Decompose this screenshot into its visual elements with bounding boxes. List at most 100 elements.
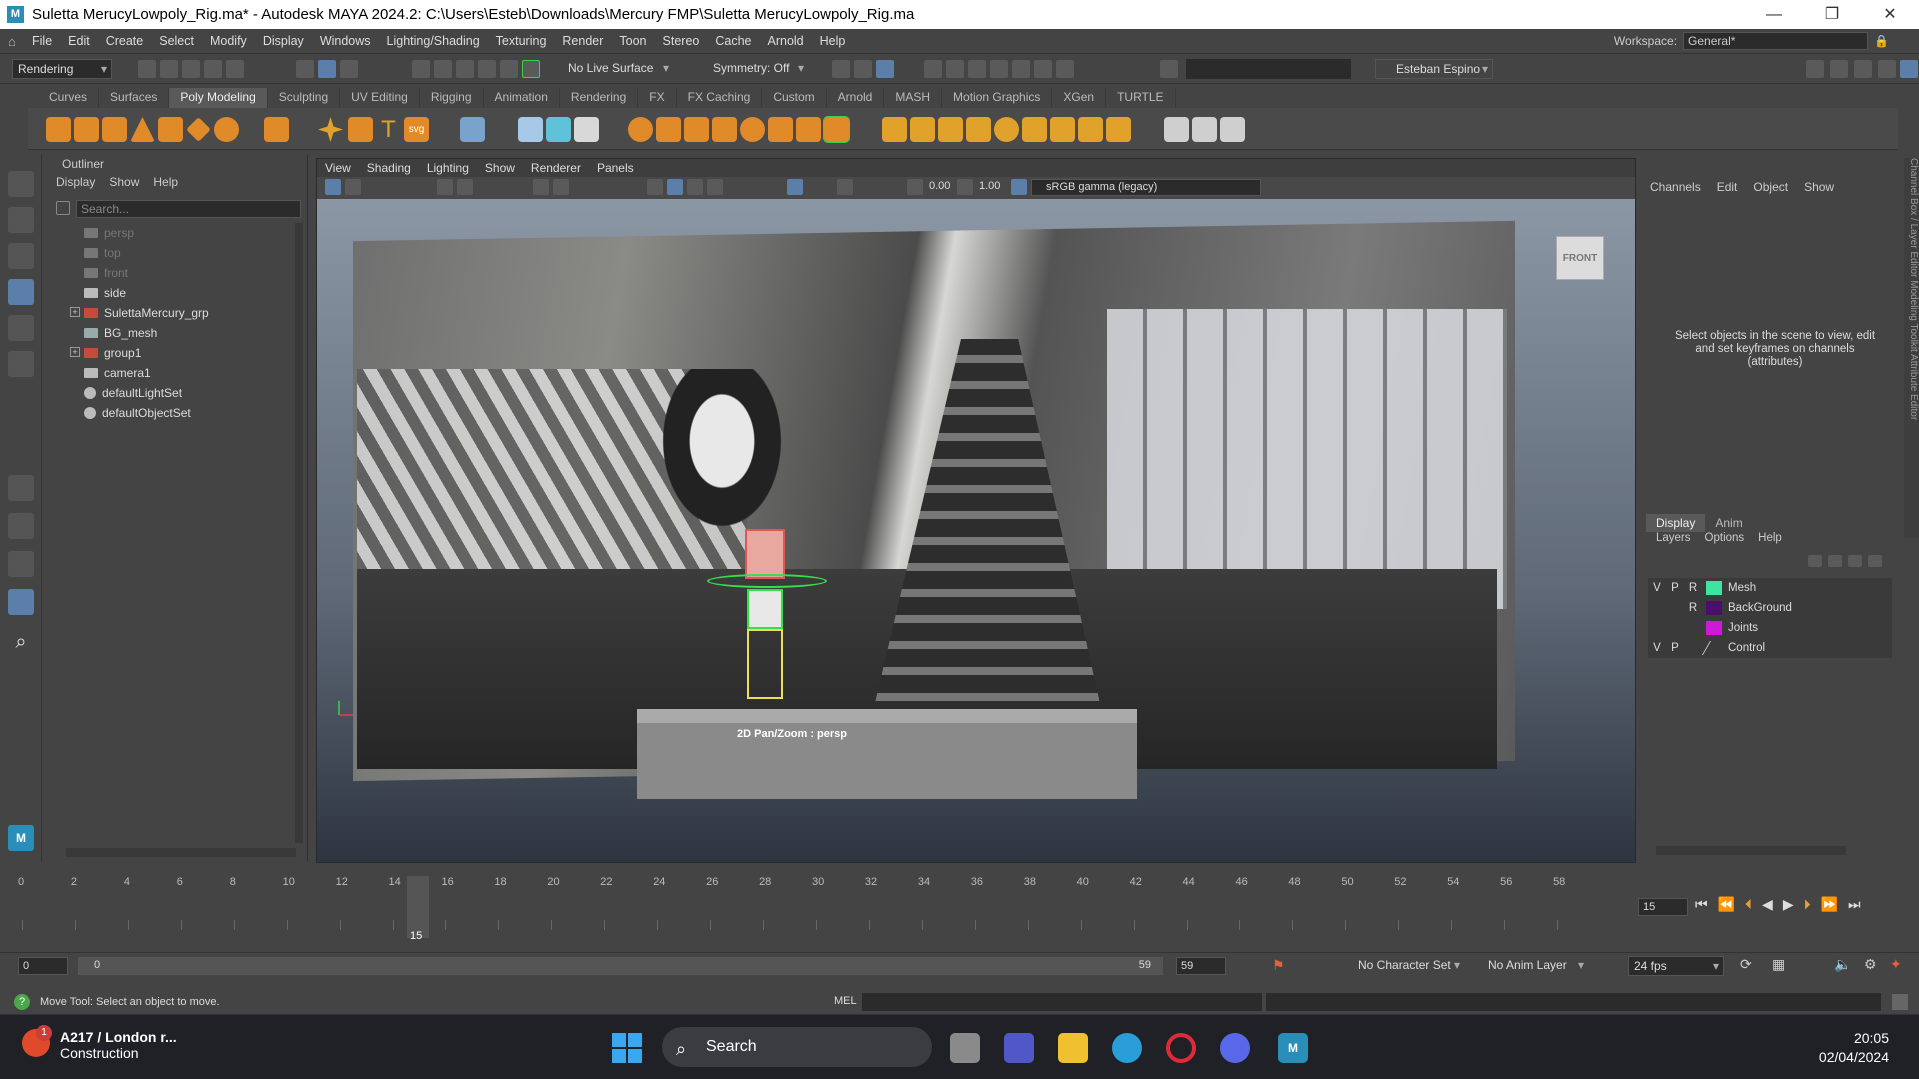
menu-stereo[interactable]: Stereo bbox=[655, 34, 708, 48]
outliner-item-sulettamercury-grp[interactable]: + SulettaMercury_grp bbox=[46, 303, 296, 323]
soft-select-icon[interactable] bbox=[546, 117, 571, 142]
layer-row-mesh[interactable]: V P R Mesh bbox=[1648, 578, 1892, 598]
remesh-icon[interactable] bbox=[796, 117, 821, 142]
current-time-indicator[interactable] bbox=[407, 876, 429, 938]
insert-edge-loop-icon[interactable] bbox=[1192, 117, 1217, 142]
help-icon[interactable]: ? bbox=[14, 994, 30, 1010]
animation-preferences-icon[interactable]: ⚙ bbox=[1864, 956, 1877, 973]
step-back-key-icon[interactable]: ⏪ bbox=[1718, 896, 1735, 913]
scale-tool-icon[interactable] bbox=[8, 351, 34, 377]
menu-modify[interactable]: Modify bbox=[202, 34, 255, 48]
layer-horizontal-scrollbar[interactable] bbox=[1656, 846, 1846, 855]
range-bar[interactable]: 0 59 bbox=[78, 957, 1163, 975]
outliner-search-input[interactable]: Search... bbox=[76, 200, 301, 218]
ipr-render-icon[interactable] bbox=[876, 60, 894, 78]
type-text-icon[interactable]: T bbox=[376, 117, 401, 142]
channel-menu-edit[interactable]: Edit bbox=[1717, 180, 1738, 194]
menu-help[interactable]: Help bbox=[812, 34, 854, 48]
viewcube[interactable]: FRONT bbox=[1556, 236, 1604, 280]
platonic-solid-icon[interactable] bbox=[264, 117, 289, 142]
maximize-button[interactable]: ❐ bbox=[1803, 0, 1861, 29]
modeling-toolkit-icon[interactable] bbox=[1806, 60, 1824, 78]
move-tool-icon[interactable] bbox=[8, 279, 34, 305]
user-account-dropdown[interactable]: Esteban Espino bbox=[1375, 59, 1493, 79]
time-slider[interactable]: 0 2 4 6 8 10 12 14 16 18 20 22 24 26 28 30 32 34 36 38 40 42 4… bbox=[0, 866, 1630, 942]
snap-together-icon[interactable] bbox=[574, 117, 599, 142]
wireframe-icon[interactable] bbox=[647, 179, 663, 195]
channel-menu-object[interactable]: Object bbox=[1753, 180, 1788, 194]
make-hole-icon[interactable] bbox=[1022, 117, 1047, 142]
rig-arm-controls[interactable] bbox=[707, 574, 827, 588]
select-camera-icon[interactable] bbox=[325, 179, 341, 195]
outliner-layout-icon[interactable] bbox=[8, 589, 34, 615]
file-explorer-icon[interactable] bbox=[1058, 1033, 1088, 1063]
panel-layout-icon[interactable] bbox=[1160, 60, 1178, 78]
play-backwards-icon[interactable]: ◀ bbox=[1762, 896, 1773, 913]
arnold-ipr-icon[interactable] bbox=[1012, 60, 1030, 78]
menu-edit[interactable]: Edit bbox=[60, 34, 98, 48]
menu-display[interactable]: Display bbox=[255, 34, 312, 48]
separate-icon[interactable] bbox=[656, 117, 681, 142]
minimize-button[interactable]: — bbox=[1745, 0, 1803, 29]
smooth-shade-icon[interactable] bbox=[667, 179, 683, 195]
menu-windows[interactable]: Windows bbox=[312, 34, 379, 48]
image-plane-icon[interactable] bbox=[457, 179, 473, 195]
shelf-tab-turtle[interactable]: TURTLE bbox=[1106, 88, 1176, 108]
task-view-icon[interactable] bbox=[950, 1033, 980, 1063]
two-view-layout-icon[interactable] bbox=[8, 551, 34, 577]
rig-legs[interactable] bbox=[747, 629, 783, 699]
viewport-menu-lighting[interactable]: Lighting bbox=[419, 161, 477, 175]
outliner-item-camera1[interactable]: camera1 bbox=[46, 363, 296, 383]
super-shape-icon[interactable] bbox=[318, 117, 343, 142]
menu-arnold[interactable]: Arnold bbox=[760, 34, 812, 48]
snap-vertex-icon[interactable] bbox=[522, 60, 540, 78]
shelf-tab-animation[interactable]: Animation bbox=[484, 88, 560, 108]
play-forwards-icon[interactable]: ▶ bbox=[1783, 896, 1794, 913]
select-hierarchy-icon[interactable] bbox=[296, 60, 314, 78]
outliner-item-defaultlightset[interactable]: defaultLightSet bbox=[46, 383, 296, 403]
select-component-icon[interactable] bbox=[340, 60, 358, 78]
fill-hole-icon[interactable] bbox=[994, 117, 1019, 142]
poly-plane-icon[interactable] bbox=[186, 117, 211, 142]
bookmark-icon[interactable] bbox=[437, 179, 453, 195]
shelf-tab-uv-editing[interactable]: UV Editing bbox=[340, 88, 420, 108]
lasso-tool-icon[interactable] bbox=[8, 207, 34, 233]
layer-visibility-toggle[interactable]: V bbox=[1648, 642, 1666, 654]
character-rig[interactable] bbox=[707, 529, 827, 699]
go-to-start-icon[interactable]: ⏮ bbox=[1695, 896, 1708, 913]
bevel-icon[interactable] bbox=[938, 117, 963, 142]
layer-reference-toggle[interactable]: R bbox=[1684, 602, 1702, 614]
outliner-item-bg-mesh[interactable]: BG_mesh bbox=[46, 323, 296, 343]
menu-create[interactable]: Create bbox=[98, 34, 152, 48]
poly-torus-icon[interactable] bbox=[158, 117, 183, 142]
rotate-tool-icon[interactable] bbox=[8, 315, 34, 341]
channel-menu-channels[interactable]: Channels bbox=[1650, 180, 1701, 194]
shelf-tab-fx-caching[interactable]: FX Caching bbox=[677, 88, 763, 108]
xray-icon[interactable] bbox=[837, 179, 853, 195]
go-to-end-icon[interactable]: ⏭ bbox=[1848, 896, 1861, 913]
sound-icon[interactable]: 🔈 bbox=[1834, 956, 1851, 973]
viewport-menu-panels[interactable]: Panels bbox=[589, 161, 642, 175]
system-tray-clock[interactable]: 20:05 02/04/2024 bbox=[1819, 1029, 1889, 1067]
merge-icon[interactable] bbox=[1050, 117, 1075, 142]
outliner-item-persp[interactable]: persp bbox=[46, 223, 296, 243]
pause-icon[interactable] bbox=[1056, 60, 1074, 78]
poly-disc-icon[interactable] bbox=[214, 117, 239, 142]
viewport-scene[interactable]: 2D Pan/Zoom : persp bbox=[317, 199, 1635, 862]
live-surface-dropdown[interactable]: No Live Surface bbox=[563, 59, 673, 79]
attribute-editor-icon[interactable] bbox=[1830, 60, 1848, 78]
layer-playback-toggle[interactable]: P bbox=[1666, 642, 1684, 654]
target-weld-icon[interactable] bbox=[1220, 117, 1245, 142]
render-frame-icon[interactable] bbox=[854, 60, 872, 78]
select-tool-icon[interactable] bbox=[8, 171, 34, 197]
rig-torso[interactable] bbox=[747, 589, 783, 629]
lights-icon[interactable] bbox=[707, 179, 723, 195]
tool-settings-icon[interactable] bbox=[1854, 60, 1872, 78]
layer-color-swatch[interactable] bbox=[1706, 621, 1722, 635]
arnold-render-icon[interactable] bbox=[990, 60, 1008, 78]
layer-color-swatch[interactable] bbox=[1706, 601, 1722, 615]
collapse-icon[interactable] bbox=[1078, 117, 1103, 142]
hypershade-icon[interactable] bbox=[924, 60, 942, 78]
step-back-frame-icon[interactable]: ⏴ bbox=[1745, 896, 1752, 913]
boolean-icon[interactable] bbox=[712, 117, 737, 142]
